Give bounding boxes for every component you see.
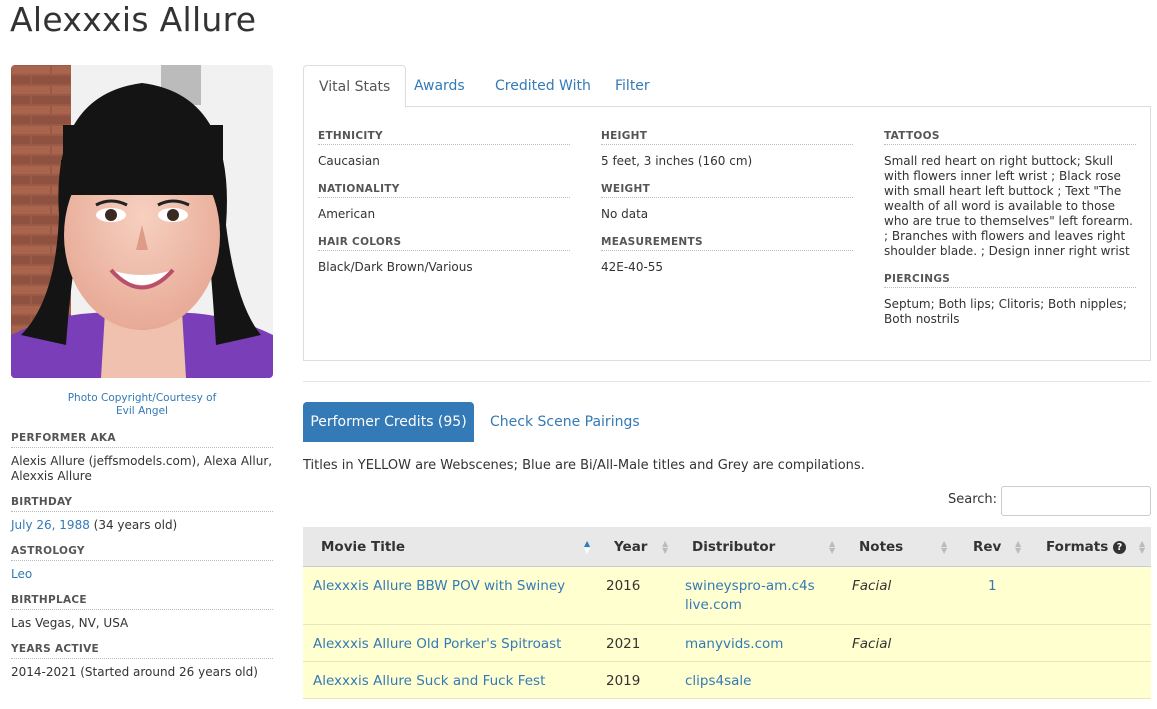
section-divider [303, 381, 1151, 382]
photo-credit-line[interactable]: Photo Copyright/Courtesy of [11, 392, 273, 405]
notes-cell: Facial [852, 636, 892, 652]
stat-label-height: HEIGHT [601, 130, 853, 145]
stat-label-piercings: PIERCINGS [884, 273, 1136, 288]
stat-label-tattoos: TATTOOS [884, 130, 1136, 145]
stat-label-measurements: MEASUREMENTS [601, 236, 853, 251]
column-header-notes[interactable]: Notes [859, 527, 903, 567]
stat-value-weight: No data [601, 207, 649, 221]
bio-label-birthday: BIRTHDAY [11, 496, 273, 512]
sort-arrows-icon[interactable]: ▲ ▼ [1139, 540, 1145, 555]
credits-table: Movie Title ▲ ▼ Year ▲ ▼ Distributor ▲ ▼ No… [303, 527, 1151, 699]
sort-arrows-icon[interactable]: ▲ ▼ [662, 540, 668, 555]
formats-label: Formats [1046, 539, 1109, 555]
bio-label-astrology: ASTROLOGY [11, 545, 273, 561]
bio-label-years-active: YEARS ACTIVE [11, 643, 273, 659]
stat-value-piercings: Septum; Both lips; Clitoris; Both nipple… [884, 297, 1127, 326]
performer-credits-button[interactable]: Performer Credits (95) [303, 402, 474, 442]
distributor-link[interactable]: clips4sale [685, 672, 751, 691]
stat-value-tattoos: Small red heart on right buttock; Skull … [884, 154, 1133, 258]
profile-tabs: Vital Stats Awards Credited With Filter [303, 65, 1151, 108]
stat-label-hair: HAIR COLORS [318, 236, 570, 251]
bio-value-years-active: 2014-2021 (Started around 26 years old) [11, 665, 258, 679]
photo-credit-studio[interactable]: Evil Angel [11, 405, 273, 418]
column-header-rev[interactable]: Rev [973, 527, 1001, 567]
tab-filter[interactable]: Filter [600, 65, 665, 107]
year-cell: 2016 [606, 578, 641, 594]
movie-title-link[interactable]: Alexxxis Allure BBW POV with Swiney [313, 577, 565, 596]
rev-link[interactable]: 1 [988, 577, 997, 596]
bio-value-birthday: July 26, 1988 (34 years old) [11, 518, 273, 533]
table-row: Alexxxis Allure Old Porker's Spitroast 2… [303, 625, 1151, 662]
year-cell: 2019 [606, 673, 641, 689]
bio-value-birthplace: Las Vegas, NV, USA [11, 616, 129, 630]
stat-value-hair: Black/Dark Brown/Various [318, 260, 473, 274]
stat-value-measurements: 42E-40-55 [601, 260, 664, 274]
performer-photo [11, 65, 273, 378]
distributor-link[interactable]: manyvids.com [685, 635, 783, 654]
tab-credited-with[interactable]: Credited With [480, 65, 606, 107]
bio-label-birthplace: BIRTHPLACE [11, 594, 273, 610]
table-row: Alexxxis Allure Suck and Fuck Fest 2019 … [303, 662, 1151, 699]
bio-value-astrology: Leo [11, 567, 273, 582]
notes-cell: Facial [852, 578, 892, 594]
stats-column-1: ETHNICITY Caucasian NATIONALITY American… [318, 130, 570, 289]
distributor-link[interactable]: swineyspro-am.c4slive.com [685, 577, 815, 615]
column-header-formats[interactable]: Formats ? [1046, 527, 1126, 567]
tab-awards[interactable]: Awards [399, 65, 480, 107]
birthday-link[interactable]: July 26, 1988 [11, 518, 90, 532]
stat-value-ethnicity: Caucasian [318, 154, 380, 168]
age-text: (34 years old) [89, 518, 178, 532]
sort-arrows-icon[interactable]: ▲ ▼ [584, 540, 590, 555]
search-label: Search: [948, 492, 998, 507]
search-input[interactable] [1001, 486, 1151, 516]
stat-value-height: 5 feet, 3 inches (160 cm) [601, 154, 753, 168]
stat-label-weight: WEIGHT [601, 183, 853, 198]
movie-title-link[interactable]: Alexxxis Allure Suck and Fuck Fest [313, 672, 545, 691]
column-header-movie-title[interactable]: Movie Title [321, 527, 405, 567]
year-cell: 2021 [606, 636, 641, 652]
stat-value-nationality: American [318, 207, 376, 221]
column-header-distributor[interactable]: Distributor [692, 527, 775, 567]
sort-arrows-icon[interactable]: ▲ ▼ [829, 540, 835, 555]
column-header-year[interactable]: Year [614, 527, 647, 567]
sort-arrows-icon[interactable]: ▲ ▼ [1015, 540, 1021, 555]
stats-column-2: HEIGHT 5 feet, 3 inches (160 cm) WEIGHT … [601, 130, 853, 289]
sort-arrows-icon[interactable]: ▲ ▼ [941, 540, 947, 555]
photo-credit[interactable]: Photo Copyright/Courtesy of Evil Angel [11, 392, 273, 418]
bio-label-aka: PERFORMER AKA [11, 432, 273, 448]
title-color-legend: Titles in YELLOW are Webscenes; Blue are… [303, 458, 865, 473]
bio-value-aka: Alexis Allure (jeffsmodels.com), Alexa A… [11, 454, 273, 483]
vital-stats-panel: ETHNICITY Caucasian NATIONALITY American… [303, 106, 1151, 361]
stat-label-ethnicity: ETHNICITY [318, 130, 570, 145]
check-scene-pairings-link[interactable]: Check Scene Pairings [490, 402, 640, 442]
astrology-link[interactable]: Leo [11, 567, 32, 581]
movie-title-link[interactable]: Alexxxis Allure Old Porker's Spitroast [313, 635, 561, 654]
bio-sidebar: PERFORMER AKA Alexis Allure (jeffsmodels… [11, 432, 273, 692]
stats-column-3: TATTOOS Small red heart on right buttock… [884, 130, 1136, 341]
page-title: Alexxxis Allure [10, 0, 257, 39]
stat-label-nationality: NATIONALITY [318, 183, 570, 198]
table-header: Movie Title ▲ ▼ Year ▲ ▼ Distributor ▲ ▼ No… [303, 527, 1151, 567]
question-circle-icon[interactable]: ? [1112, 541, 1126, 554]
table-row: Alexxxis Allure BBW POV with Swiney 2016… [303, 567, 1151, 625]
tab-vital-stats[interactable]: Vital Stats [303, 65, 407, 108]
